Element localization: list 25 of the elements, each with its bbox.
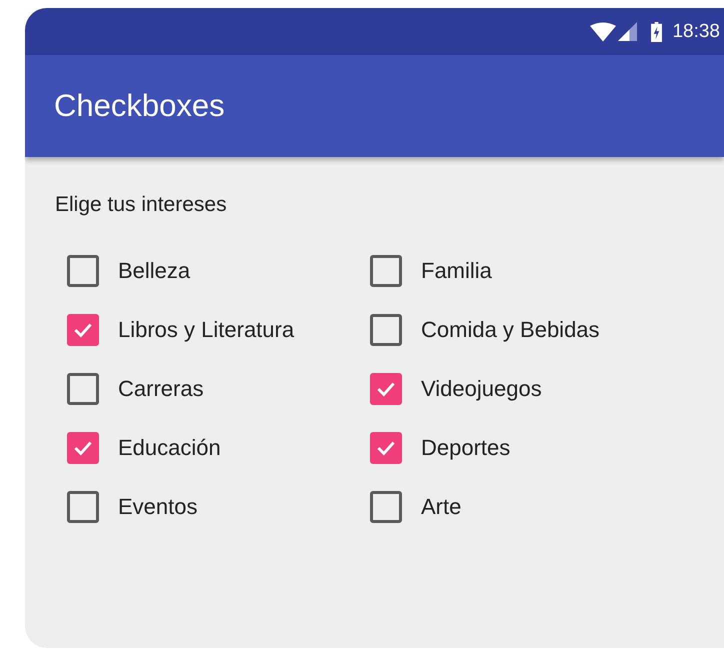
checkbox[interactable] [67,373,99,405]
clock-time: 18:38 [672,20,720,42]
checkbox[interactable] [370,373,402,405]
checkbox[interactable] [370,314,402,346]
checkbox[interactable] [370,255,402,287]
checkbox-label[interactable]: Carreras [118,376,204,402]
checkbox-label[interactable]: Arte [421,494,462,520]
checkbox-label[interactable]: Libros y Literatura [118,317,294,343]
checkbox[interactable] [67,432,99,464]
prompt-label: Elige tus intereses [55,193,228,217]
checkbox-label[interactable]: Eventos [118,494,198,520]
checkbox-label[interactable]: Educación [118,435,221,461]
checkbox[interactable] [370,432,402,464]
checkbox[interactable] [67,255,99,287]
checkbox[interactable] [67,314,99,346]
checkbox[interactable] [67,491,99,523]
checkbox-label[interactable]: Belleza [118,258,190,284]
app-title: Checkboxes [54,88,225,124]
checkbox-label[interactable]: Videojuegos [421,376,542,402]
checkbox[interactable] [370,491,402,523]
checkbox-label[interactable]: Familia [421,258,492,284]
checkbox-label[interactable]: Comida y Bebidas [421,317,600,343]
battery-charging-icon [651,22,662,42]
checkbox-label[interactable]: Deportes [421,435,510,461]
signal-icon [618,22,638,41]
